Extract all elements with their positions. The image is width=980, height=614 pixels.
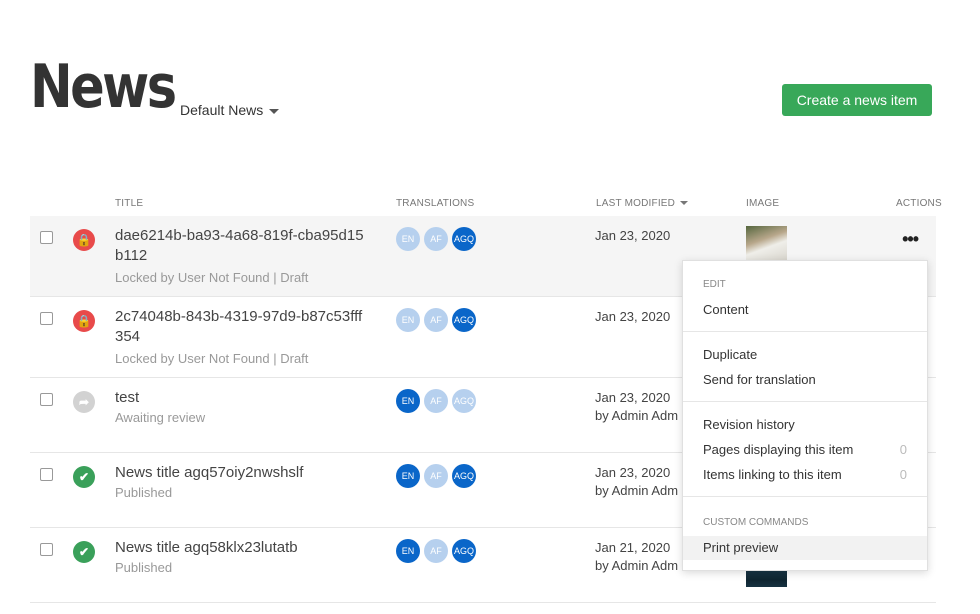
lang-badge-en[interactable]: EN bbox=[396, 227, 420, 251]
menu-item-items-linking[interactable]: Items linking to this item 0 bbox=[683, 463, 927, 487]
items-count: 0 bbox=[899, 467, 907, 482]
check-icon: ✔ bbox=[73, 466, 95, 488]
caret-down-icon bbox=[269, 108, 280, 114]
lang-badge-agq[interactable]: AGQ bbox=[452, 539, 476, 563]
item-title-line1: 2c74048b-843b-4319-97d9-b87c53fff bbox=[115, 308, 363, 325]
col-image: IMAGE bbox=[746, 198, 780, 209]
col-title[interactable]: TITLE bbox=[115, 198, 143, 209]
item-status: Locked by User Not Found | Draft bbox=[115, 270, 309, 285]
translation-badges: EN AF AGQ bbox=[396, 389, 476, 413]
menu-item-label: Pages displaying this item bbox=[703, 442, 854, 457]
page-title: News bbox=[30, 52, 177, 122]
menu-item-content[interactable]: Content bbox=[683, 298, 927, 322]
item-title-line2: b112 bbox=[115, 247, 148, 264]
row-checkbox[interactable] bbox=[40, 468, 53, 481]
create-news-item-button[interactable]: Create a news item bbox=[782, 84, 932, 116]
menu-item-pages-displaying[interactable]: Pages displaying this item 0 bbox=[683, 438, 927, 462]
lang-badge-agq[interactable]: AGQ bbox=[452, 308, 476, 332]
menu-divider bbox=[683, 401, 927, 402]
lock-icon: 🔒 bbox=[73, 310, 95, 332]
menu-item-print-preview[interactable]: Print preview bbox=[683, 536, 927, 560]
translation-badges: EN AF AGQ bbox=[396, 539, 476, 563]
modified-date-value: Jan 23, 2020 bbox=[595, 465, 671, 480]
more-dots-icon[interactable]: ••• bbox=[902, 229, 919, 250]
menu-item-send-for-translation[interactable]: Send for translation bbox=[683, 368, 927, 392]
lang-badge-af[interactable]: AF bbox=[424, 389, 448, 413]
share-arrow-icon: ➦ bbox=[73, 391, 95, 413]
row-checkbox[interactable] bbox=[40, 393, 53, 406]
menu-item-duplicate[interactable]: Duplicate bbox=[683, 343, 927, 367]
news-list-dropdown[interactable]: Default News bbox=[180, 102, 280, 118]
col-last-modified[interactable]: LAST MODIFIED bbox=[596, 198, 689, 209]
modified-date: Jan 23, 2020 by Admin Adm bbox=[595, 389, 678, 425]
menu-section-custom-commands: CUSTOM COMMANDS bbox=[703, 517, 809, 528]
lang-badge-agq[interactable]: AGQ bbox=[452, 389, 476, 413]
lang-badge-agq[interactable]: AGQ bbox=[452, 227, 476, 251]
lang-badge-en[interactable]: EN bbox=[396, 389, 420, 413]
lang-badge-af[interactable]: AF bbox=[424, 464, 448, 488]
translation-badges: EN AF AGQ bbox=[396, 227, 476, 251]
modified-date-value: Jan 23, 2020 bbox=[595, 390, 671, 405]
col-actions: ACTIONS bbox=[896, 198, 942, 209]
item-title[interactable]: 2c74048b-843b-4319-97d9-b87c53fff 354 bbox=[115, 307, 377, 347]
check-icon: ✔ bbox=[73, 541, 95, 563]
lang-badge-en[interactable]: EN bbox=[396, 539, 420, 563]
menu-item-label: Items linking to this item bbox=[703, 467, 842, 482]
item-status: Published bbox=[115, 560, 173, 575]
item-status: Published bbox=[115, 485, 173, 500]
modified-date-value: Jan 21, 2020 bbox=[595, 540, 671, 555]
menu-section-edit: EDIT bbox=[703, 279, 726, 290]
row-checkbox[interactable] bbox=[40, 543, 53, 556]
modified-by: by Admin Adm bbox=[595, 558, 679, 573]
actions-menu: EDIT Content Duplicate Send for translat… bbox=[682, 260, 928, 571]
lang-badge-af[interactable]: AF bbox=[424, 308, 448, 332]
item-title[interactable]: News title agq57oiy2nwshslf bbox=[115, 463, 377, 483]
item-title[interactable]: test bbox=[115, 388, 377, 408]
item-title[interactable]: dae6214b-ba93-4a68-819f-cba95d15 b112 bbox=[115, 226, 377, 266]
lang-badge-af[interactable]: AF bbox=[424, 539, 448, 563]
item-title-line1: dae6214b-ba93-4a68-819f-cba95d15 bbox=[115, 227, 364, 244]
item-status: Locked by User Not Found | Draft bbox=[115, 351, 309, 366]
row-checkbox[interactable] bbox=[40, 231, 53, 244]
lang-badge-en[interactable]: EN bbox=[396, 464, 420, 488]
item-image-thumbnail bbox=[746, 226, 787, 260]
sort-desc-icon bbox=[680, 201, 689, 206]
translation-badges: EN AF AGQ bbox=[396, 308, 476, 332]
item-title[interactable]: News title agq58klx23lutatb bbox=[115, 538, 377, 558]
menu-divider bbox=[683, 496, 927, 497]
col-last-modified-label: LAST MODIFIED bbox=[596, 198, 676, 209]
menu-item-revision-history[interactable]: Revision history bbox=[683, 413, 927, 437]
modified-date: Jan 23, 2020 bbox=[595, 309, 671, 324]
row-checkbox[interactable] bbox=[40, 312, 53, 325]
item-title-line2: 354 bbox=[115, 328, 141, 345]
modified-date: Jan 21, 2020 by Admin Adm bbox=[595, 539, 678, 575]
lang-badge-af[interactable]: AF bbox=[424, 227, 448, 251]
dropdown-label: Default News bbox=[180, 102, 264, 118]
lock-icon: 🔒 bbox=[73, 229, 95, 251]
modified-date: Jan 23, 2020 bbox=[595, 228, 671, 243]
lang-badge-agq[interactable]: AGQ bbox=[452, 464, 476, 488]
pages-count: 0 bbox=[899, 442, 907, 457]
modified-date: Jan 23, 2020 by Admin Adm bbox=[595, 464, 678, 500]
modified-by: by Admin Adm bbox=[595, 408, 679, 423]
lang-badge-en[interactable]: EN bbox=[396, 308, 420, 332]
col-translations: TRANSLATIONS bbox=[396, 198, 475, 209]
modified-by: by Admin Adm bbox=[595, 483, 679, 498]
item-status: Awaiting review bbox=[115, 410, 206, 425]
menu-divider bbox=[683, 331, 927, 332]
translation-badges: EN AF AGQ bbox=[396, 464, 476, 488]
